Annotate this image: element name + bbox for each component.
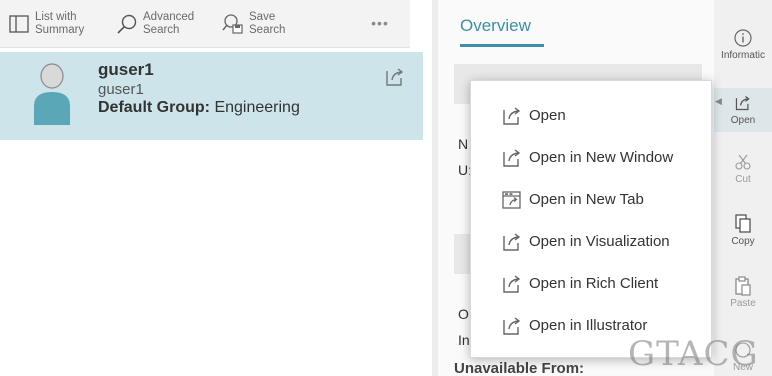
menu-item-label: Open in Illustrator [529, 317, 648, 334]
scissors-icon [733, 152, 753, 172]
result-default-group: Default Group: Engineering [98, 99, 300, 117]
menu-item-open-new-tab[interactable]: Open in New Tab [471, 183, 711, 217]
info-icon [733, 28, 753, 48]
open-label: Open [730, 115, 756, 126]
open-context-menu: Open Open in New Window Open in New Tab … [470, 80, 712, 358]
tab-overview-underline [460, 44, 544, 47]
more-options-button[interactable]: ••• [362, 10, 398, 36]
list-summary-icon [8, 13, 30, 35]
default-group-value: Engineering [214, 99, 300, 116]
paste-label: Paste [730, 298, 756, 309]
list-with-summary-button[interactable]: List with Summary [8, 6, 84, 42]
advanced-search-label: Advanced Search [143, 11, 195, 36]
cut-button[interactable]: Cut [714, 152, 772, 196]
open-icon[interactable] [384, 66, 406, 88]
menu-item-open[interactable]: Open [471, 99, 711, 133]
overview-field-label: In [458, 332, 470, 348]
command-strip: Informatic Open Cut Copy Paste New [714, 0, 772, 376]
menu-item-label: Open in New Window [529, 149, 674, 166]
open-icon [501, 105, 523, 127]
result-title[interactable]: guser1 [98, 60, 154, 80]
paste-button[interactable]: Paste [714, 276, 772, 320]
information-label: Informatic [721, 50, 765, 61]
open-icon [501, 231, 523, 253]
overview-field-label: N [458, 136, 469, 152]
chevron-left-icon: ◀ [715, 96, 722, 106]
search-icon [116, 13, 138, 35]
menu-item-label: Open in Rich Client [529, 275, 659, 292]
overview-field-label: O [458, 306, 469, 322]
open-button[interactable]: Open [714, 88, 772, 132]
menu-item-label: Open in Visualization [529, 233, 670, 250]
menu-item-open-visualization[interactable]: Open in Visualization [471, 225, 711, 259]
new-tab-icon [501, 189, 523, 211]
save-search-label: Save Search [249, 11, 286, 36]
menu-item-open-rich-client[interactable]: Open in Rich Client [471, 267, 711, 301]
open-icon [501, 315, 523, 337]
paste-icon [733, 276, 753, 296]
save-search-icon [222, 13, 244, 35]
toolbar: List with Summary Advanced Search Save Sear… [0, 0, 410, 48]
unavailable-from-label: Unavailable From: [454, 360, 585, 376]
open-icon [501, 273, 523, 295]
result-subtitle: guser1 [98, 81, 144, 98]
open-icon [733, 93, 753, 113]
cut-label: Cut [735, 174, 751, 185]
open-window-icon [501, 147, 523, 169]
menu-item-open-new-window[interactable]: Open in New Window [471, 141, 711, 175]
search-result-item[interactable]: guser1 guser1 Default Group: Engineering [0, 52, 423, 140]
copy-label: Copy [731, 236, 755, 247]
list-with-summary-label: List with Summary [35, 11, 85, 36]
default-group-key: Default Group: [98, 99, 210, 116]
save-search-button[interactable]: Save Search [222, 6, 285, 42]
menu-item-label: Open in New Tab [529, 191, 644, 208]
copy-button[interactable]: Copy [714, 214, 772, 258]
copy-icon [733, 214, 753, 234]
user-avatar-icon [32, 62, 72, 126]
advanced-search-button[interactable]: Advanced Search [116, 6, 194, 42]
menu-item-label: Open [529, 107, 566, 124]
information-button[interactable]: Informatic [714, 28, 772, 72]
watermark: GTACG [628, 334, 759, 374]
tab-overview[interactable]: Overview [460, 16, 531, 36]
